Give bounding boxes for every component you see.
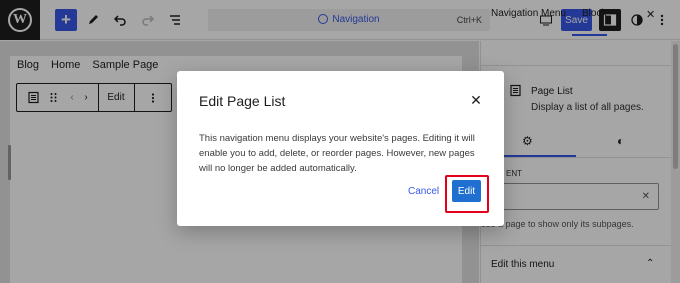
modal-close-button[interactable]: ✕ xyxy=(468,92,484,108)
modal-title: Edit Page List xyxy=(199,93,286,109)
modal-body-text: This navigation menu displays your websi… xyxy=(199,133,475,174)
close-icon: ✕ xyxy=(470,91,482,108)
highlight-box xyxy=(445,175,489,213)
cancel-button[interactable]: Cancel xyxy=(408,186,439,197)
